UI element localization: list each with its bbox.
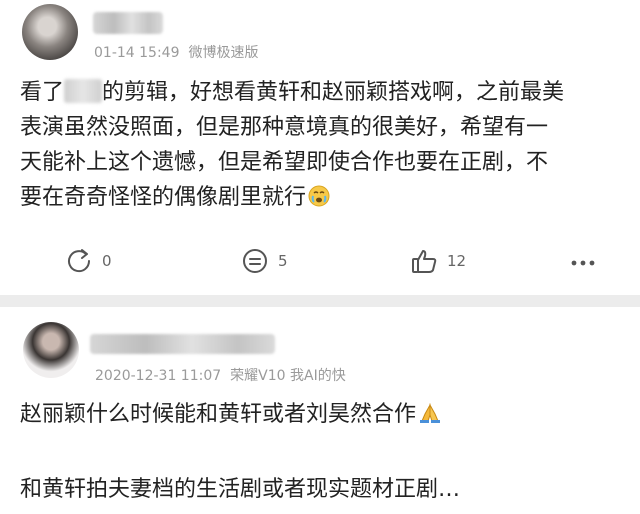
timestamp: 2020-12-31 11:07 [95, 368, 222, 384]
avatar[interactable] [22, 4, 78, 60]
comment-text: 要在奇奇怪怪的偶像剧里就行 [20, 185, 307, 210]
client-source: 微博极速版 [188, 45, 259, 61]
repost-count: 0 [102, 252, 112, 270]
username-blurred[interactable] [90, 334, 275, 354]
more-button[interactable] [570, 252, 596, 271]
comment-line: 天能补上这个遗憾，但是希望即使合作也要在正剧，不 [20, 150, 549, 175]
timestamp: 01-14 15:49 [94, 45, 180, 61]
repost-button[interactable]: 0 [64, 246, 112, 276]
comment-count: 5 [278, 252, 288, 270]
comment-meta: 2020-12-31 11:07 荣耀V10 我AI的快 [95, 365, 355, 385]
comment-text: 赵丽颖什么时候能和黄轩或者刘昊然合作 [20, 402, 417, 427]
username-blurred[interactable] [93, 12, 163, 34]
comment-icon [243, 249, 267, 273]
comment-text: 的剪辑，好想看黄轩和赵丽颖搭戏啊，之前最美 [102, 80, 565, 105]
thumbs-up-icon [412, 250, 437, 273]
comment-button[interactable]: 5 [240, 246, 288, 276]
comment-card-1: 01-14 15:49 微博极速版 看了 的剪辑，好想看黄轩和赵丽颖搭戏啊，之前最美… [0, 0, 640, 295]
avatar[interactable] [23, 322, 79, 378]
more-dots-icon [571, 260, 595, 266]
comment-line: 看了 的剪辑，好想看黄轩和赵丽颖搭戏啊，之前最美 [20, 77, 564, 108]
comment-line: 表演虽然没照面，但是那种意境真的很美好，希望有一 [20, 115, 549, 140]
comment-line: 和黄轩拍夫妻档的生活剧或者现实题材正剧… [20, 477, 461, 502]
like-count: 12 [447, 252, 467, 270]
redacted-word [64, 79, 103, 103]
comment-meta: 01-14 15:49 微博极速版 [94, 42, 267, 62]
crying-face-emoji [308, 185, 330, 216]
client-source: 荣耀V10 我AI的快 [230, 368, 346, 384]
comment-line: 赵丽颖什么时候能和黄轩或者刘昊然合作 [20, 399, 442, 433]
comment-line: 要在奇奇怪怪的偶像剧里就行 [20, 182, 330, 216]
comment-text: 看了 [20, 80, 65, 105]
comment-card-2: 2020-12-31 11:07 荣耀V10 我AI的快 赵丽颖什么时候能和黄轩或… [0, 307, 640, 514]
divider [0, 295, 640, 307]
folded-hands-emoji [418, 402, 442, 433]
repost-icon [68, 249, 91, 273]
like-button[interactable]: 12 [409, 246, 466, 276]
